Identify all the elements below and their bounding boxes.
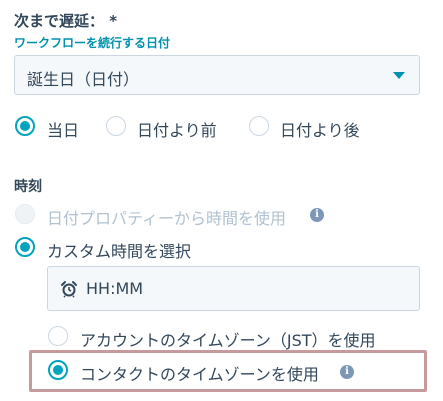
radio-label-after-date[interactable]: 日付より後 <box>280 117 360 141</box>
alarm-clock-icon <box>61 281 77 298</box>
time-section-label: 時刻 <box>14 179 42 195</box>
radio-same-day[interactable] <box>15 116 35 136</box>
chevron-down-icon[interactable] <box>393 72 405 79</box>
time-input-placeholder: HH:MM <box>86 279 144 298</box>
radio-label-use-date-property-time: 日付プロパティーから時間を使用 <box>47 209 287 228</box>
radio-use-date-property-time <box>15 204 35 224</box>
info-icon[interactable]: i <box>310 208 324 222</box>
radio-after-date[interactable] <box>249 116 269 136</box>
continue-date-subtitle: ワークフローを続行する日付 <box>14 36 171 50</box>
info-icon[interactable]: i <box>340 365 354 379</box>
date-property-select[interactable]: 誕生日（日付） <box>14 55 420 95</box>
radio-custom-time[interactable] <box>15 237 35 257</box>
radio-label-custom-time[interactable]: カスタム時間を選択 <box>47 238 191 262</box>
date-property-select-value: 誕生日（日付） <box>27 70 140 89</box>
radio-before-date[interactable] <box>106 116 126 136</box>
time-input[interactable]: HH:MM <box>47 266 420 311</box>
radio-label-contact-timezone[interactable]: コンタクトのタイムゾーンを使用 <box>80 361 319 385</box>
radio-contact-timezone[interactable] <box>48 360 68 380</box>
delay-until-title: 次まで遅延： * <box>14 12 118 30</box>
radio-label-before-date[interactable]: 日付より前 <box>137 117 217 141</box>
radio-account-timezone[interactable] <box>48 326 68 346</box>
radio-label-account-timezone[interactable]: アカウントのタイムゾーン（JST）を使用 <box>80 327 376 351</box>
radio-label-same-day[interactable]: 当日 <box>47 117 79 141</box>
